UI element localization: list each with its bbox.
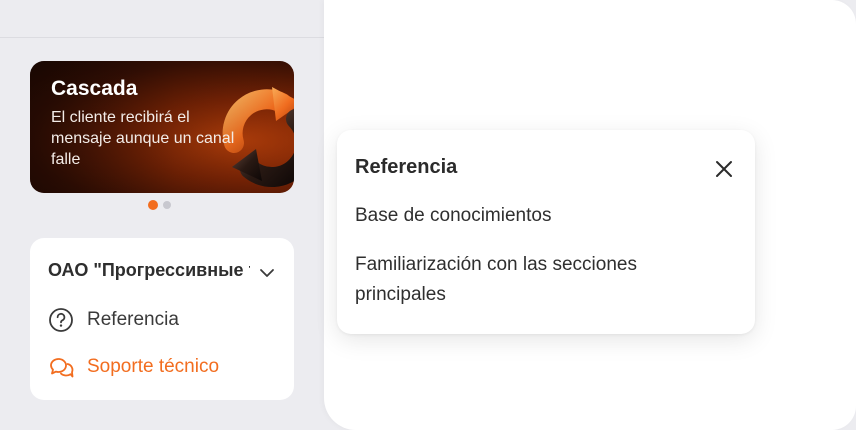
sidebar-item-label: Soporte técnico bbox=[87, 356, 220, 377]
divider bbox=[0, 37, 324, 38]
organization-selector[interactable]: ОАО "Прогрессивные технологии" bbox=[48, 260, 278, 284]
sidebar-item-label: Referencia bbox=[87, 309, 179, 330]
carousel-dot[interactable] bbox=[163, 201, 171, 209]
chat-bubbles-icon bbox=[50, 358, 74, 378]
banner-description: El cliente recibirá el mensaje aunque un… bbox=[51, 109, 235, 168]
main-sections-link[interactable]: Familiarización con las secciones princi… bbox=[355, 250, 725, 310]
knowledge-base-link[interactable]: Base de conocimientos bbox=[355, 201, 551, 231]
organization-name: ОАО "Прогрессивные технологии" bbox=[48, 260, 250, 280]
carousel-dots bbox=[148, 200, 171, 210]
carousel-dot-active[interactable] bbox=[148, 200, 158, 210]
close-icon[interactable] bbox=[712, 157, 736, 181]
banner-title: Cascada bbox=[51, 77, 138, 100]
chevron-down-icon bbox=[260, 269, 274, 277]
popup-title: Referencia bbox=[355, 156, 458, 178]
help-circle-icon bbox=[49, 308, 73, 332]
sidebar-item-referencia[interactable]: Referencia bbox=[48, 306, 278, 334]
sidebar-item-soporte[interactable]: Soporte técnico bbox=[48, 353, 278, 381]
promo-banner[interactable]: Cascada El cliente recibirá el mensaje a… bbox=[30, 61, 294, 193]
reference-popup: Referencia Base de conocimientos Familia… bbox=[337, 130, 755, 334]
